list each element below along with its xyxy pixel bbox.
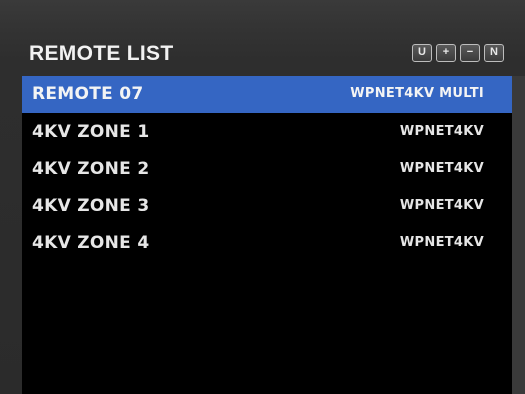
add-button[interactable]: + (436, 44, 456, 62)
list-item-4kv-zone-1[interactable]: 4KV ZONE 1 WPNET4KV (22, 114, 512, 151)
list-item-name: 4KV ZONE 1 (32, 122, 150, 142)
u-button[interactable]: U (412, 44, 432, 62)
list-item-type: WPNET4KV MULTI (350, 86, 484, 101)
list-scrollbar[interactable] (512, 76, 525, 394)
list-item-type: WPNET4KV (399, 161, 484, 176)
list-item-name: 4KV ZONE 2 (32, 159, 150, 179)
list-item-name: REMOTE 07 (32, 84, 144, 104)
list-item-type: WPNET4KV (399, 124, 484, 139)
list-item-name: 4KV ZONE 4 (32, 233, 150, 253)
list-item-type: WPNET4KV (399, 235, 484, 250)
remove-button[interactable]: − (460, 44, 480, 62)
n-button[interactable]: N (484, 44, 504, 62)
list-item-name: 4KV ZONE 3 (32, 196, 150, 216)
remote-list[interactable]: REMOTE 07 WPNET4KV MULTI 4KV ZONE 1 WPNE… (22, 76, 512, 394)
header-button-group: U + − N (412, 44, 504, 62)
list-item-4kv-zone-2[interactable]: 4KV ZONE 2 WPNET4KV (22, 151, 512, 188)
list-item-remote-07[interactable]: REMOTE 07 WPNET4KV MULTI (22, 76, 512, 113)
remote-list-window: REMOTE LIST U + − N REMOTE 07 WPNET4KV M… (0, 0, 525, 394)
panel-header: REMOTE LIST U + − N (22, 38, 512, 74)
list-item-4kv-zone-3[interactable]: 4KV ZONE 3 WPNET4KV (22, 188, 512, 225)
panel-title: REMOTE LIST (29, 42, 174, 65)
list-item-type: WPNET4KV (399, 198, 484, 213)
list-item-4kv-zone-4[interactable]: 4KV ZONE 4 WPNET4KV (22, 225, 512, 262)
